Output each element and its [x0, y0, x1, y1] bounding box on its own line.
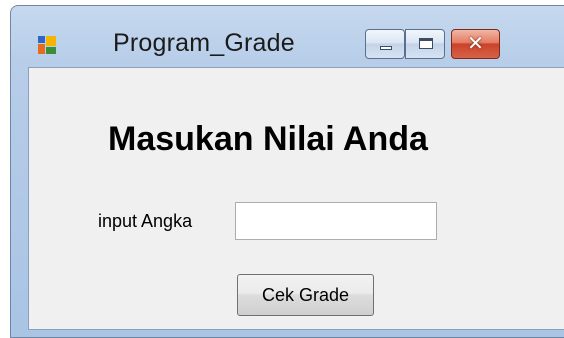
form-heading: Masukan Nilai Anda [108, 120, 428, 158]
app-window: Program_Grade ✕ Masukan Nilai Anda input… [10, 5, 564, 338]
input-label: input Angka [98, 211, 193, 231]
title-bar[interactable]: Program_Grade ✕ [11, 6, 564, 66]
number-input[interactable] [235, 202, 437, 240]
minimize-icon [380, 46, 392, 50]
form-client-area: Masukan Nilai Anda input Angka Cek Grade [28, 67, 564, 330]
close-button[interactable]: ✕ [451, 29, 500, 59]
minimize-button[interactable] [365, 29, 405, 59]
check-grade-button[interactable]: Cek Grade [237, 274, 374, 316]
window-title: Program_Grade [113, 29, 295, 57]
maximize-button[interactable] [405, 29, 445, 59]
app-window-icon [38, 36, 56, 54]
close-icon: ✕ [467, 31, 484, 55]
maximize-icon [419, 38, 433, 49]
